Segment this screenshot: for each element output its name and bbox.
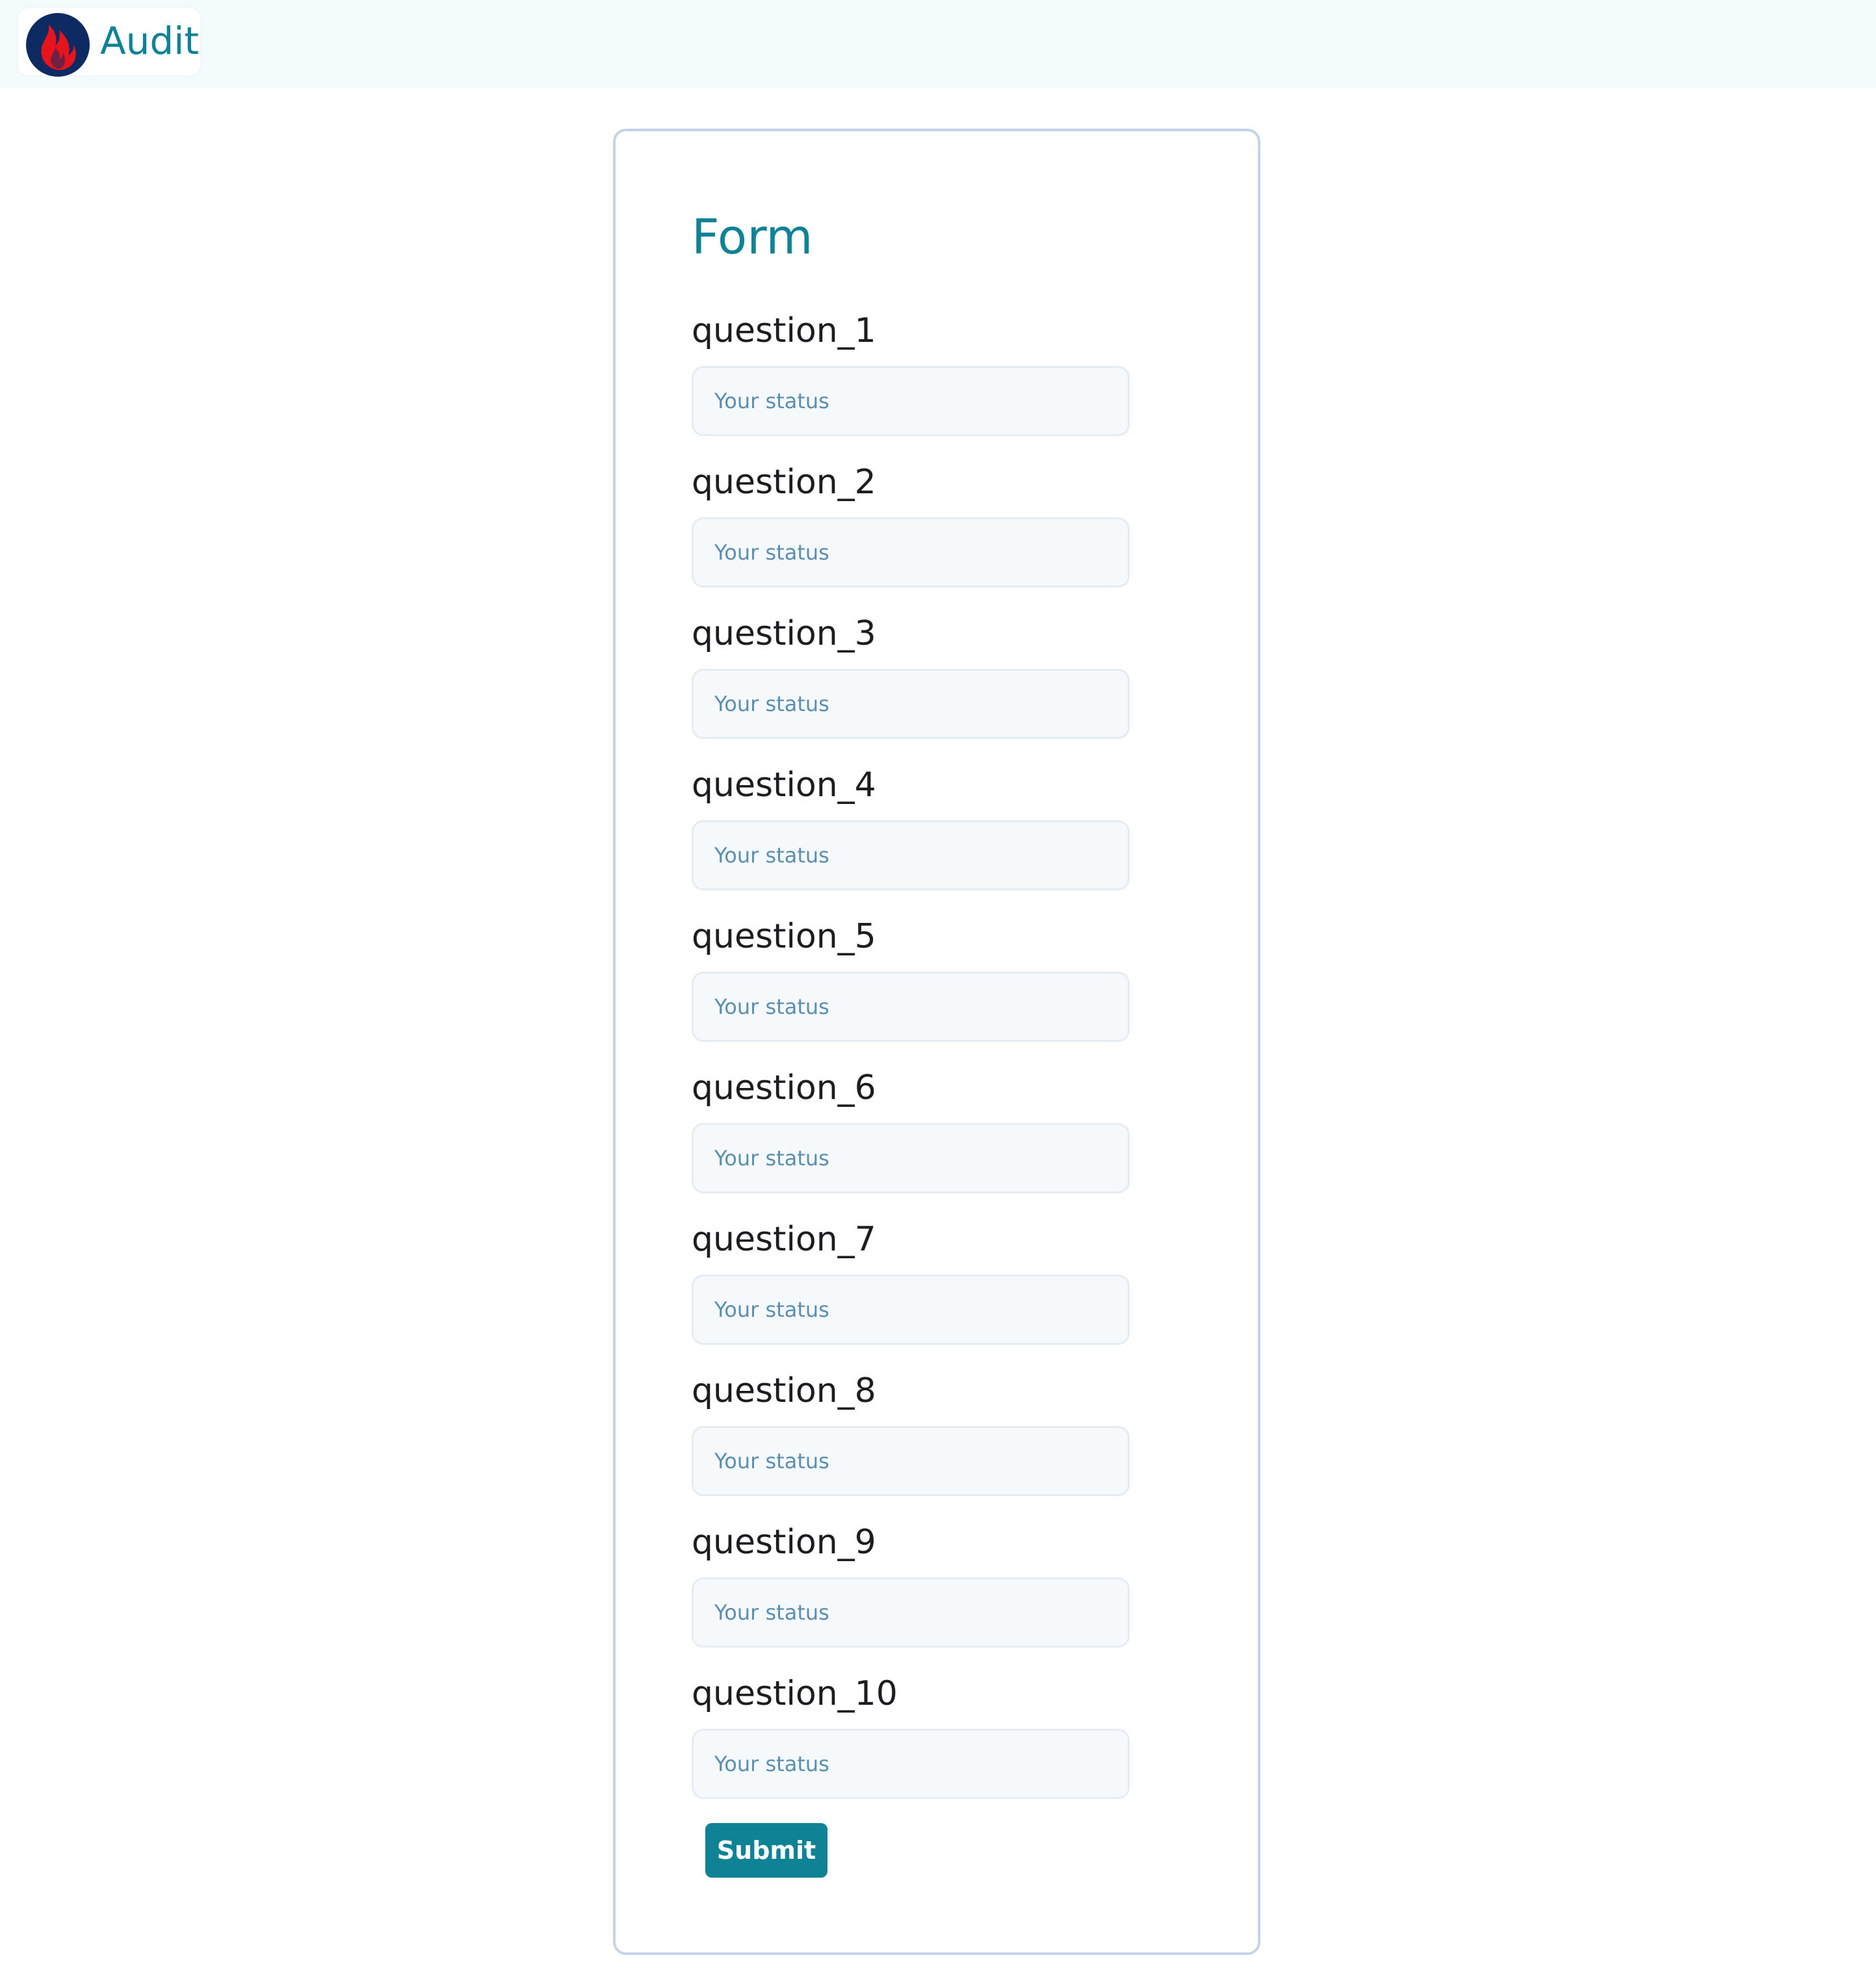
brand-name: Audit bbox=[100, 19, 200, 63]
question-label: question_3 bbox=[692, 614, 876, 653]
question-label: question_6 bbox=[692, 1068, 876, 1107]
question-label: question_4 bbox=[692, 766, 876, 805]
question-3-input[interactable] bbox=[692, 669, 1130, 739]
question-label: question_7 bbox=[692, 1220, 876, 1259]
question-label: question_10 bbox=[692, 1674, 898, 1713]
flame-icon bbox=[26, 13, 90, 77]
question-8-input[interactable] bbox=[692, 1426, 1130, 1496]
question-label: question_5 bbox=[692, 917, 876, 956]
question-6-input[interactable] bbox=[692, 1123, 1130, 1193]
submit-button[interactable]: Submit bbox=[705, 1823, 827, 1878]
question-label: question_2 bbox=[692, 463, 876, 502]
question-1-input[interactable] bbox=[692, 366, 1130, 436]
question-2-input[interactable] bbox=[692, 517, 1130, 588]
brand-link[interactable]: Audit bbox=[18, 8, 200, 77]
question-4-input[interactable] bbox=[692, 820, 1130, 890]
question-label: question_1 bbox=[692, 311, 876, 350]
question-7-input[interactable] bbox=[692, 1275, 1130, 1345]
question-label: question_9 bbox=[692, 1523, 876, 1562]
top-navbar: Audit bbox=[0, 0, 1876, 88]
question-5-input[interactable] bbox=[692, 972, 1130, 1042]
form-title: Form bbox=[692, 209, 813, 265]
question-9-input[interactable] bbox=[692, 1577, 1130, 1648]
question-label: question_8 bbox=[692, 1371, 876, 1410]
question-10-input[interactable] bbox=[692, 1729, 1130, 1799]
